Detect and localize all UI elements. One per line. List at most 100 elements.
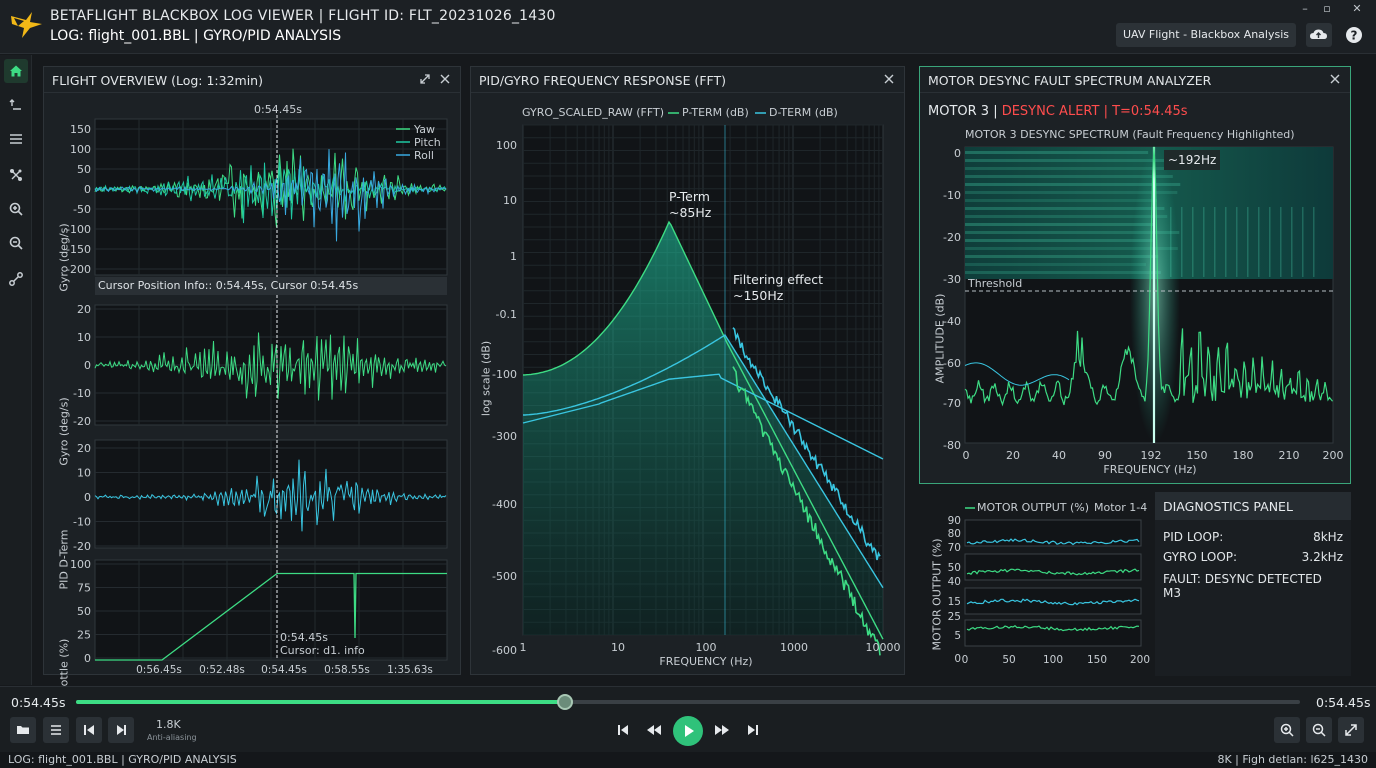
spectrogram-streak [1269,207,1271,277]
y-tick-label: 15 [948,596,961,608]
title-bar: BETAFLIGHT BLACKBOX LOG VIEWER | FLIGHT … [0,0,1376,54]
expand-icon[interactable] [418,72,432,86]
zoom-out-button[interactable] [1306,717,1332,743]
motor-output-chart[interactable]: 9080705040152550 0 50 100 150 200 [919,492,1151,676]
zoom-in-icon[interactable] [4,197,28,221]
filter-annotation: Filtering effect [733,272,824,287]
spectrogram-streak [1258,207,1260,277]
desync-panel: MOTOR DESYNC FAULT SPECTRUM ANALYZER MOT… [919,66,1351,484]
y-tick-label: -30 [943,273,961,286]
open-folder-button[interactable] [10,717,36,743]
y-tick-label: 0 [84,491,91,504]
y-tick-label: 25 [948,611,961,623]
list-view-button[interactable] [43,717,69,743]
y-tick-label: -500 [492,570,517,583]
fullscreen-button[interactable] [1338,717,1364,743]
close-icon[interactable] [882,72,896,86]
y-tick-label: -50 [73,203,91,216]
timeline-track[interactable] [76,700,1300,704]
x-tick-label: 180 [1233,449,1254,462]
minimize-button[interactable]: – [1296,2,1314,16]
x-tick-label: 1000 [780,641,808,654]
y-tick-label: 0 [954,147,961,160]
y-tick-label: 0 [954,653,961,665]
y-tick-label: 50 [948,562,961,574]
y-tick-label: -20 [73,415,91,428]
axis-icon[interactable] [4,93,28,117]
x-tick-label: 0:58.55s [324,664,370,675]
y-tick-label: 0 [84,652,91,665]
pid-loop-label: PID LOOP: [1163,530,1224,544]
close-window-button[interactable]: ✕ [1348,2,1366,16]
close-icon[interactable] [438,72,452,86]
timeline-start-time: 0:54.45s [11,695,66,710]
x-tick-label: 50 [1002,654,1015,666]
rewind-icon[interactable] [643,719,665,741]
y-tick-label: 10 [503,194,517,207]
list-icon[interactable] [4,127,28,151]
x-tick-label: 20 [1006,449,1020,462]
fast-forward-icon[interactable] [711,719,733,741]
legend-pitch: Pitch [414,136,441,149]
fft-chart[interactable]: 100101-0.1-100-300-400-500-600 1 10 100 1000… [471,93,904,675]
fault-label: FAULT: DESYNC DETECTED M3 [1163,572,1322,600]
link-icon[interactable] [4,267,28,291]
desync-y-label: AMPLITUDE (dB) [933,293,947,384]
rate-label: Anti-aliasing [147,733,197,742]
y-tick-label: -80 [943,439,961,452]
y-tick-label: -70 [943,397,961,410]
motor-y-label: MOTOR OUTPUT (%) [930,538,944,651]
overview-charts[interactable]: 150100500-50-100-150-20020100-10-2020100… [44,93,460,675]
x-tick-label: 210 [1279,449,1300,462]
cursor-info-text: Cursor Position Info:: 0:54.45s, Cursor … [98,279,359,292]
panel-header: MOTOR DESYNC FAULT SPECTRUM ANALYZER [920,67,1350,93]
fft-legend-p: P-TERM (dB) [682,106,749,119]
y-tick-label: 40 [948,576,961,588]
panel-header: FLIGHT OVERVIEW (Log: 1:32min) [44,67,460,93]
y-tick-label: 100 [70,558,91,571]
throttle-cursor-time: 0:54.45s [280,631,328,644]
close-icon[interactable] [1328,72,1342,86]
diagnostics-panel: DIAGNOSTICS PANEL PID LOOP: 8kHz GYRO LO… [1155,492,1351,676]
spectrogram-streak [1313,207,1315,277]
cursor-time-label: 0:54.45s [254,103,302,116]
y-tick-label: -600 [492,644,517,657]
spectrogram-streak [965,199,1158,202]
uav-flight-button[interactable]: UAV Flight - Blackbox Analysis [1116,23,1296,47]
cloud-upload-icon[interactable] [1306,23,1332,47]
fft-y-label: log scale (dB) [479,340,493,417]
spectrogram-streak [965,255,1159,258]
pid-loop-value: 8kHz [1313,530,1343,544]
skip-to-start-icon[interactable] [612,719,634,741]
y-tick-label: -0.1 [496,308,517,321]
status-bar: LOG: flight_001.BBL | GYRO/PID ANALYSIS … [0,752,1376,768]
pid-axis-label: Gyro (deg/s) [57,397,71,466]
x-tick-label: 200 [1323,449,1344,462]
home-icon[interactable] [4,59,28,83]
timeline-scrubber[interactable] [556,694,573,710]
zoom-out-icon[interactable] [4,231,28,255]
help-icon[interactable]: ? [1344,25,1364,45]
svg-text:?: ? [1351,29,1358,43]
x-tick-label: 40 [1052,449,1066,462]
step-forward-button[interactable] [108,717,134,743]
x-tick-label: 0:52.48s [199,664,245,675]
play-button[interactable] [673,716,703,746]
drone-icon[interactable] [4,163,28,187]
threshold-label: Threshold [968,277,1023,290]
skip-to-end-icon[interactable] [742,719,764,741]
y-tick-label: 0 [84,183,91,196]
sidebar [0,55,32,685]
y-tick-label: 50 [77,163,91,176]
maximize-button[interactable]: ▫ [1318,2,1336,16]
status-left: LOG: flight_001.BBL | GYRO/PID ANALYSIS [8,753,237,766]
betaflight-logo-icon [8,6,46,42]
x-tick-label: 0:54.45s [261,664,307,675]
y-tick-label: -400 [492,498,517,511]
spectrogram-streak [1214,207,1216,277]
skip-back-button[interactable] [76,717,102,743]
y-tick-label: 10 [77,467,91,480]
zoom-in-button[interactable] [1274,717,1300,743]
panel-title: FLIGHT OVERVIEW (Log: 1:32min) [52,73,263,88]
gyro-loop-value: 3.2kHz [1301,550,1343,564]
